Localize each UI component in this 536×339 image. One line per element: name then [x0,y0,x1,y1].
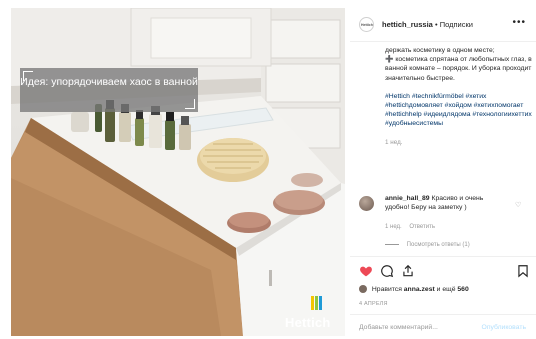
caption-line: ➕ косметика спрятана от любопытных глаз,… [385,56,532,82]
comment-body: annie_hall_89 Красиво и очень удобно! Бе… [385,194,507,212]
comment-input[interactable]: Добавьте комментарий... [359,324,438,331]
post-photo[interactable]: Идея: упорядочиваем хаос в ванной Hettic… [11,8,345,336]
post-header: Hettich hettich_russia • Подписки ••• [350,8,536,42]
username-link[interactable]: hettich_russia [382,20,433,29]
comment-icon[interactable] [380,264,394,278]
heart-icon[interactable] [359,264,373,278]
liker-username[interactable]: anna.zest [404,286,435,293]
separator: • [434,20,438,29]
post-panel: Hettich hettich_russia • Подписки ••• де… [350,8,536,339]
idea-overlay: Идея: упорядочиваем хаос в ванной [20,68,198,112]
caption-time[interactable]: 1 нед. [385,138,533,147]
post-date[interactable]: 4 АПРЕЛЯ [359,301,388,307]
caption-line: держать косметику в одном месте; [385,47,495,54]
likes-prefix: Нравится [371,285,402,293]
reply-button[interactable]: Ответить [409,224,435,230]
profile-avatar[interactable]: Hettich [359,17,374,32]
idea-overlay-text: Идея: упорядочиваем хаос в ванной [20,76,198,88]
more-icon[interactable]: ••• [512,17,526,28]
hashtags[interactable]: #Hettich #technikfürmöbel #хетих #hettic… [385,92,533,129]
comment-time[interactable]: 1 нед. [385,224,402,230]
post-author: hettich_russia • Подписки [382,20,473,29]
likes-middle: и ещё [436,285,456,293]
likes-count[interactable]: 560 [457,286,468,293]
avatar-logo: Hettich [361,23,373,27]
commenter-username[interactable]: annie_hall_89 [385,195,430,202]
publish-button[interactable]: Опубликовать [482,324,526,331]
share-icon[interactable] [401,264,415,278]
view-replies-link[interactable]: Посмотреть ответы (1) [385,242,470,248]
action-bar [350,256,536,284]
view-replies-label[interactable]: Посмотреть ответы (1) [407,242,470,248]
following-button[interactable]: Подписки [440,20,473,29]
post-caption: держать косметику в одном месте; ➕ косме… [385,46,533,147]
drawer-illustration [11,8,345,336]
hettich-logo: Hettich [285,315,331,330]
bookmark-icon[interactable] [516,264,530,278]
likes-summary: Нравится anna.zest и ещё 560 [359,285,469,293]
liker-avatar [359,285,367,293]
frame-corner [23,71,33,81]
replies-divider [385,243,399,245]
comment-meta: 1 нед. Ответить [385,224,435,230]
comment-like-icon[interactable]: ♡ [515,201,521,209]
comment-box: Добавьте комментарий... Опубликовать [350,314,536,339]
commenter-avatar[interactable] [359,196,374,211]
frame-corner [185,99,195,109]
